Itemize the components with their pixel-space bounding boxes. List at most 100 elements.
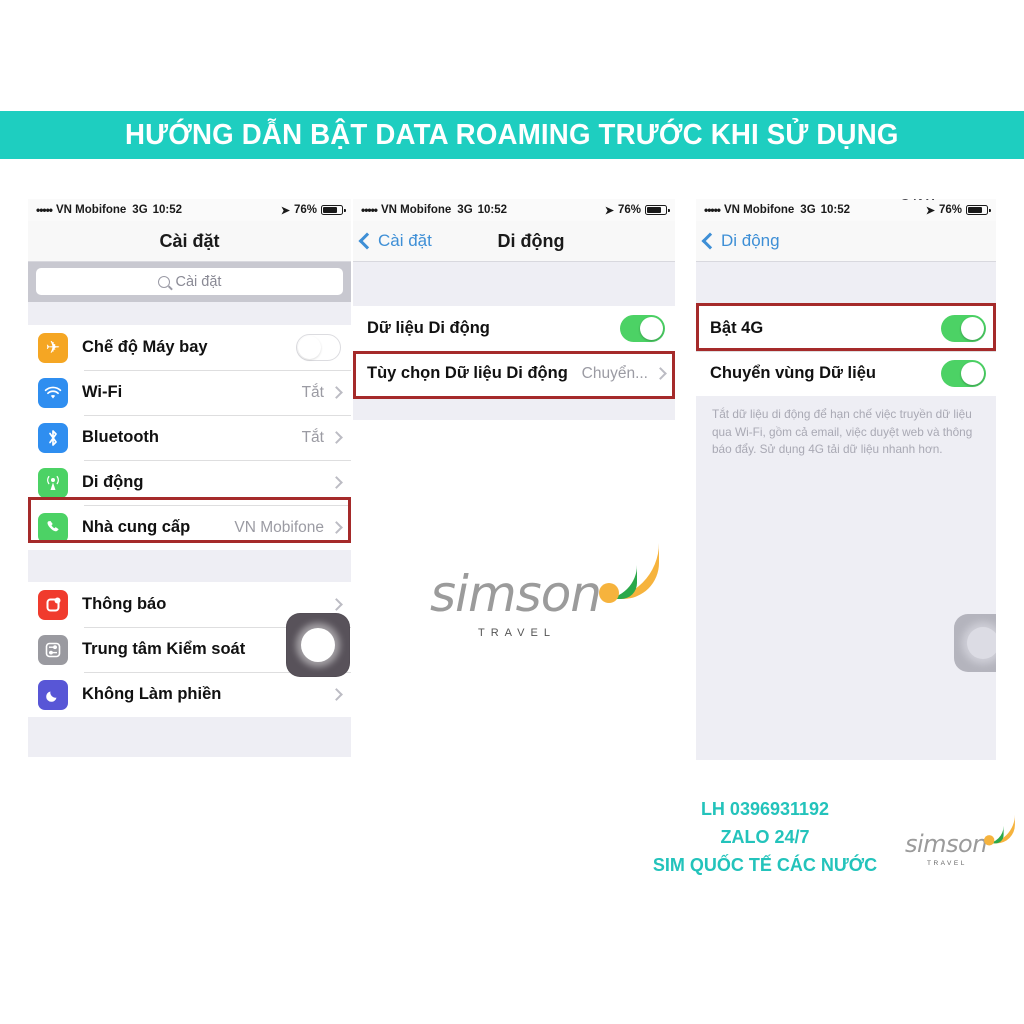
- row-control: VN Mobifone: [234, 519, 351, 537]
- row-label: Chế độ Máy bay: [82, 338, 208, 356]
- row-value: VN Mobifone: [234, 518, 324, 536]
- footer-logo-brand: simson: [905, 830, 987, 858]
- sidebar-item-do-not-disturb[interactable]: Không Làm phiền: [28, 672, 351, 717]
- chevron-right-icon: [330, 598, 343, 611]
- back-button[interactable]: Di động: [696, 231, 780, 251]
- signal-dots-icon: •••••: [704, 203, 721, 217]
- row-label: Không Làm phiền: [82, 685, 222, 703]
- location-arrow-icon: ➤: [604, 204, 614, 217]
- row-label: Nhà cung cấp: [82, 518, 191, 536]
- row-control: Tắt: [302, 429, 351, 447]
- network-type-label: 3G: [800, 204, 816, 216]
- signal-dots-icon: •••••: [361, 203, 378, 217]
- battery-icon: [321, 205, 346, 215]
- clock-label: 10:52: [477, 204, 508, 216]
- status-bar-right: ➤ 76%: [925, 204, 991, 217]
- chevron-left-icon: [701, 232, 719, 250]
- nav-bar-3: Di động: [696, 221, 996, 262]
- cellular-group: Dữ liệu Di động Tùy chọn Dữ liệu Di động…: [353, 306, 675, 396]
- nav-bar-1: Cài đặt: [28, 221, 351, 262]
- row-enable-4g[interactable]: Bật 4G: [696, 306, 996, 351]
- location-arrow-icon: ➤: [925, 204, 935, 217]
- sidebar-item-airplane-mode[interactable]: ✈ Chế độ Máy bay: [28, 325, 351, 370]
- sidebar-item-wifi[interactable]: Wi-Fi Tắt: [28, 370, 351, 415]
- panel2-body: Dữ liệu Di động Tùy chọn Dữ liệu Di động…: [353, 262, 675, 760]
- group-spacer-2: [353, 396, 675, 420]
- clock-label: 10:52: [152, 204, 183, 216]
- control-center-icon: [38, 634, 68, 665]
- enable-4g-toggle[interactable]: [941, 315, 986, 342]
- footer: LH 0396931192 ZALO 24/7 SIM QUỐC TẾ CÁC …: [0, 795, 1024, 895]
- footer-wifi-signal-icon: [984, 814, 1015, 846]
- camera-lens-artifact-dark: [286, 613, 350, 677]
- footer-logo: simson TRAVEL: [905, 814, 1015, 878]
- row-mobile-data[interactable]: Dữ liệu Di động: [353, 306, 675, 351]
- location-arrow-icon: ➤: [280, 204, 290, 217]
- scan-artifact-text: ONH: [900, 199, 986, 200]
- row-value: Tắt: [301, 428, 324, 446]
- phone-panel-settings: ••••• VN Mobifone 3G 10:52 ➤ 76% Cài đặt…: [28, 199, 351, 760]
- bottom-spacer: [696, 467, 996, 760]
- moon-icon: [38, 679, 68, 710]
- battery-percent-label: 76%: [617, 204, 641, 216]
- row-value: Chuyển...: [581, 364, 648, 382]
- status-bar-2: ••••• VN Mobifone 3G 10:52 ➤ 76%: [353, 199, 675, 221]
- chevron-right-icon: [330, 431, 343, 444]
- row-data-roaming[interactable]: Chuyển vùng Dữ liệu: [696, 351, 996, 396]
- contact-phone: LH 0396931192: [700, 799, 830, 819]
- page-title: Cài đặt: [159, 230, 220, 251]
- battery-percent-label: 76%: [293, 204, 317, 216]
- sidebar-item-carrier[interactable]: Nhà cung cấp VN Mobifone: [28, 505, 351, 550]
- phone-panel-data-options: ONH ••••• VN Mobifone 3G 10:52 ➤ 76% Di …: [696, 199, 996, 760]
- data-roaming-toggle[interactable]: [941, 360, 986, 387]
- row-control: Chuyển...: [582, 365, 675, 383]
- sidebar-item-cellular[interactable]: Di động: [28, 460, 351, 505]
- row-label: Thông báo: [82, 595, 167, 613]
- row-control: [941, 315, 996, 342]
- settings-group-1: ✈ Chế độ Máy bay Wi-Fi Tắt Bluetooth Tắt…: [28, 325, 351, 550]
- row-label: Di động: [82, 473, 144, 491]
- row-value: Tắt: [301, 383, 324, 401]
- carrier-label: VN Mobifone: [724, 204, 795, 216]
- mobile-data-toggle[interactable]: [620, 315, 665, 342]
- battery-percent-label: 76%: [938, 204, 962, 216]
- row-control: [296, 334, 351, 361]
- row-control: [330, 598, 351, 611]
- wifi-icon: [38, 377, 68, 408]
- row-mobile-data-options[interactable]: Tùy chọn Dữ liệu Di động Chuyển...: [353, 351, 675, 396]
- wifi-signal-logo-icon: [599, 543, 659, 603]
- row-label: Bluetooth: [82, 428, 159, 446]
- watermark-logo: simson TRAVEL: [430, 535, 660, 645]
- sidebar-item-bluetooth[interactable]: Bluetooth Tắt: [28, 415, 351, 460]
- row-control: [330, 688, 351, 701]
- network-type-label: 3G: [457, 204, 473, 216]
- row-label: Chuyển vùng Dữ liệu: [710, 364, 876, 382]
- phone-panel-cellular: ••••• VN Mobifone 3G 10:52 ➤ 76% Cài đặt…: [353, 199, 675, 760]
- watermark-brand: simson: [430, 565, 602, 623]
- watermark-tagline: TRAVEL: [478, 627, 556, 639]
- group-spacer: [353, 262, 675, 306]
- banner-title: HƯỚNG DẪN BẬT DATA ROAMING TRƯỚC KHI SỬ …: [125, 118, 899, 151]
- contact-block: LH 0396931192 ZALO 24/7 SIM QUỐC TẾ CÁC …: [620, 795, 910, 879]
- carrier-label: VN Mobifone: [56, 204, 127, 216]
- row-label: Tùy chọn Dữ liệu Di động: [367, 364, 568, 382]
- search-placeholder: Cài đặt: [175, 273, 222, 290]
- network-type-label: 3G: [132, 204, 148, 216]
- back-button[interactable]: Cài đặt: [353, 231, 432, 251]
- search-input[interactable]: Cài đặt: [36, 268, 343, 295]
- contact-service: SIM QUỐC TẾ CÁC NƯỚC: [652, 855, 878, 875]
- battery-icon: [966, 205, 991, 215]
- search-bar-container: Cài đặt: [28, 262, 351, 302]
- chevron-right-icon: [330, 688, 343, 701]
- footer-logo-tagline: TRAVEL: [927, 860, 967, 867]
- panel3-body: Bật 4G Chuyển vùng Dữ liệu Tắt dữ liệu d…: [696, 262, 996, 760]
- camera-lens-artifact-light: [954, 614, 996, 672]
- footnote-text: Tắt dữ liệu di động để hạn chế việc truy…: [696, 396, 996, 468]
- panel1-body: Cài đặt ✈ Chế độ Máy bay Wi-Fi Tắt Bluet…: [28, 262, 351, 757]
- chevron-right-icon: [330, 476, 343, 489]
- airplane-toggle[interactable]: [296, 334, 341, 361]
- search-icon: [157, 275, 170, 288]
- group-spacer: [28, 302, 351, 325]
- bluetooth-icon: [38, 422, 68, 453]
- row-label: Bật 4G: [710, 319, 764, 337]
